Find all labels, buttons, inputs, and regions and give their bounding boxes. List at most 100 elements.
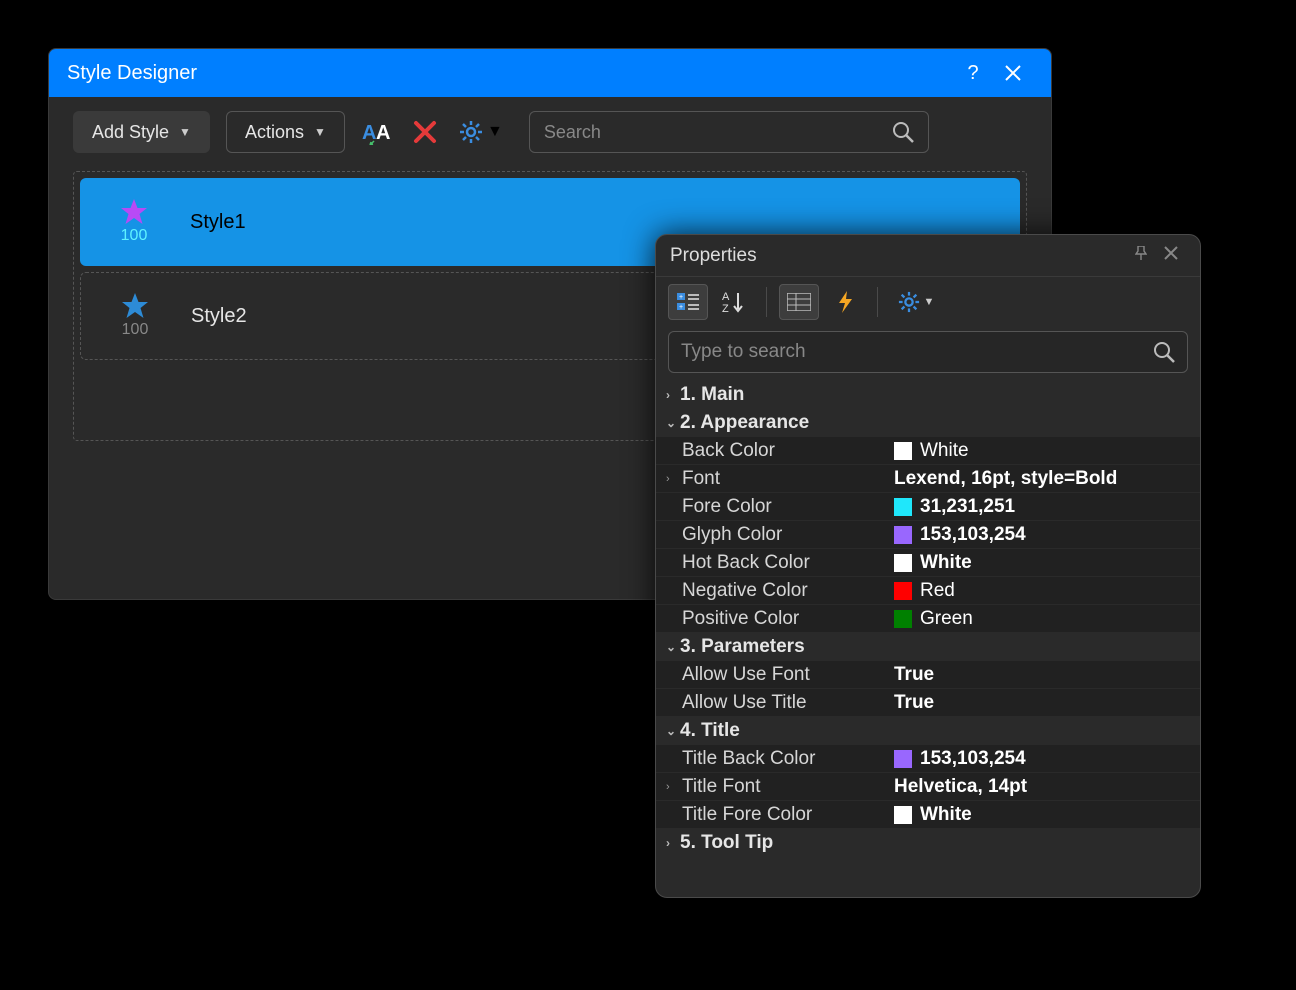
- property-value[interactable]: Lexend, 16pt, style=Bold: [894, 468, 1200, 490]
- property-value-text: Lexend, 16pt, style=Bold: [894, 468, 1117, 490]
- color-swatch: [894, 498, 912, 516]
- property-category-header[interactable]: ⌄3. Parameters: [656, 633, 1200, 661]
- property-category-label: 1. Main: [680, 384, 744, 406]
- color-swatch: [894, 554, 912, 572]
- search-field[interactable]: [529, 111, 929, 153]
- property-category-header[interactable]: ⌄4. Title: [656, 717, 1200, 745]
- properties-close-button[interactable]: [1156, 246, 1186, 265]
- property-name: Back Color: [656, 440, 894, 462]
- categorized-icon: ++: [677, 292, 699, 312]
- property-category-label: 4. Title: [680, 720, 740, 742]
- property-value-text: Green: [920, 608, 973, 630]
- property-row[interactable]: Fore Color 31,231,251: [656, 493, 1200, 521]
- properties-view-button[interactable]: [779, 284, 819, 320]
- events-view-button[interactable]: [825, 284, 865, 320]
- property-value[interactable]: White: [894, 552, 1200, 574]
- property-value-text: 31,231,251: [920, 496, 1015, 518]
- property-value[interactable]: White: [894, 804, 1200, 826]
- chevron-down-icon: ▼: [179, 125, 191, 139]
- property-value[interactable]: 153,103,254: [894, 748, 1200, 770]
- style-item-name: Style1: [190, 211, 246, 234]
- property-category-header[interactable]: ›5. Tool Tip: [656, 829, 1200, 857]
- svg-text:+: +: [679, 294, 683, 301]
- property-value[interactable]: 153,103,254: [894, 524, 1200, 546]
- color-swatch: [894, 610, 912, 628]
- property-row[interactable]: Back ColorWhite: [656, 437, 1200, 465]
- property-category-label: 3. Parameters: [680, 636, 805, 658]
- property-value[interactable]: True: [894, 664, 1200, 686]
- toolbar-separator: [766, 287, 767, 317]
- property-value[interactable]: Helvetica, 14pt: [894, 776, 1200, 798]
- settings-button[interactable]: ▼: [457, 114, 505, 150]
- property-value-text: True: [894, 664, 934, 686]
- property-value[interactable]: True: [894, 692, 1200, 714]
- chevron-down-icon: ▼: [314, 125, 326, 139]
- delete-button[interactable]: [409, 114, 441, 150]
- svg-text:A: A: [722, 291, 730, 303]
- pin-button[interactable]: [1126, 246, 1156, 265]
- property-row[interactable]: Negative ColorRed: [656, 577, 1200, 605]
- lightning-icon: [837, 291, 853, 313]
- property-value[interactable]: White: [894, 440, 1200, 462]
- categorized-view-button[interactable]: ++: [668, 284, 708, 320]
- property-row[interactable]: Hot Back ColorWhite: [656, 549, 1200, 577]
- property-row[interactable]: Positive Color Green: [656, 605, 1200, 633]
- add-style-button[interactable]: Add Style ▼: [73, 111, 210, 153]
- property-row[interactable]: Allow Use TitleTrue: [656, 689, 1200, 717]
- property-row[interactable]: Allow Use FontTrue: [656, 661, 1200, 689]
- property-name: ›Title Font: [656, 776, 894, 798]
- property-category-header[interactable]: ⌄2. Appearance: [656, 409, 1200, 437]
- property-value-text: True: [894, 692, 934, 714]
- property-name: Fore Color: [656, 496, 894, 518]
- property-value-text: 153,103,254: [920, 748, 1026, 770]
- property-row[interactable]: ›Title FontHelvetica, 14pt: [656, 773, 1200, 801]
- style-item-indicator: 100: [106, 199, 162, 245]
- property-value-text: White: [920, 552, 972, 574]
- pin-icon: [1135, 246, 1147, 260]
- style-designer-toolbar: Add Style ▼ Actions ▼ A A: [49, 97, 1051, 167]
- svg-text:Z: Z: [722, 303, 729, 313]
- properties-panel: Properties ++ AZ: [655, 234, 1201, 898]
- help-icon: ?: [967, 62, 978, 84]
- toolbar-separator: [877, 287, 878, 317]
- search-icon: [1153, 341, 1175, 363]
- property-name: Positive Color: [656, 608, 894, 630]
- close-icon: [1164, 246, 1178, 260]
- property-value-text: Red: [920, 580, 955, 602]
- properties-list-icon: [787, 293, 811, 311]
- properties-grid: ›1. Main⌄2. AppearanceBack ColorWhite›Fo…: [656, 381, 1200, 897]
- properties-search-input[interactable]: [681, 341, 1153, 363]
- font-aa-icon: A A: [362, 119, 392, 145]
- property-row[interactable]: Title Fore ColorWhite: [656, 801, 1200, 829]
- search-input[interactable]: [544, 122, 892, 143]
- properties-titlebar: Properties: [656, 235, 1200, 277]
- chevron-right-icon: ›: [666, 388, 680, 402]
- color-swatch: [894, 806, 912, 824]
- chevron-down-icon: ⌄: [666, 416, 680, 430]
- style-designer-titlebar: Style Designer ?: [49, 49, 1051, 97]
- close-button[interactable]: [993, 64, 1033, 82]
- property-row[interactable]: Glyph Color153,103,254: [656, 521, 1200, 549]
- property-value[interactable]: 31,231,251: [894, 496, 1200, 518]
- chevron-right-icon: ›: [666, 473, 670, 485]
- property-category-header[interactable]: ›1. Main: [656, 381, 1200, 409]
- alphabetical-view-button[interactable]: AZ: [714, 284, 754, 320]
- svg-text:+: +: [679, 304, 683, 311]
- property-row[interactable]: Title Back Color 153,103,254: [656, 745, 1200, 773]
- property-name: Title Back Color: [656, 748, 894, 770]
- actions-button[interactable]: Actions ▼: [226, 111, 345, 153]
- property-row[interactable]: ›FontLexend, 16pt, style=Bold: [656, 465, 1200, 493]
- property-value[interactable]: Red: [894, 580, 1200, 602]
- style-item-indicator: 100: [107, 293, 163, 339]
- chevron-down-icon: ▼: [924, 296, 935, 308]
- properties-settings-button[interactable]: ▼: [890, 284, 942, 320]
- color-swatch: [894, 526, 912, 544]
- properties-search-field[interactable]: [668, 331, 1188, 373]
- chevron-down-icon: ▼: [487, 123, 503, 141]
- property-value[interactable]: Green: [894, 608, 1200, 630]
- properties-title: Properties: [670, 245, 1126, 267]
- property-value-text: 153,103,254: [920, 524, 1026, 546]
- help-button[interactable]: ?: [953, 62, 993, 85]
- style-item-count: 100: [107, 321, 163, 339]
- font-style-button[interactable]: A A: [361, 114, 393, 150]
